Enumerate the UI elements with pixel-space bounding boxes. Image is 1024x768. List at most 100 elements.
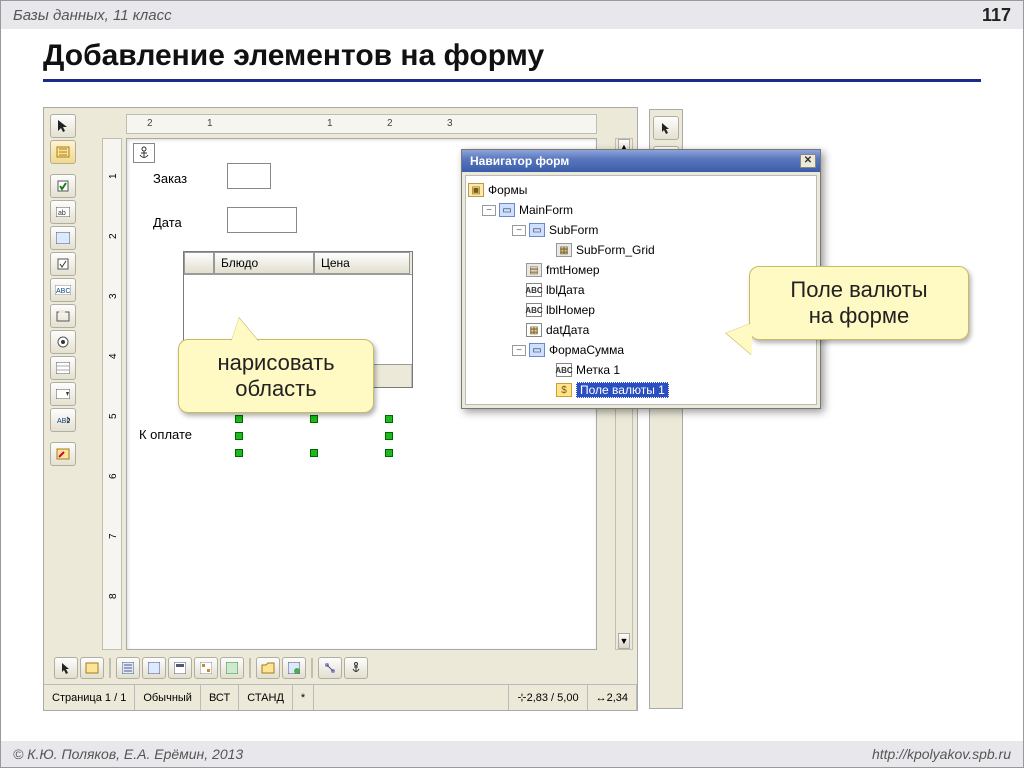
ruler-tick: 3 [447, 118, 453, 129]
resize-handle[interactable] [385, 415, 393, 423]
combobox-tool-button[interactable] [50, 382, 76, 406]
form-properties-button[interactable] [142, 657, 166, 679]
ruler-tick: 1 [327, 118, 333, 129]
checkbox-tool-button[interactable] [50, 174, 76, 198]
resize-handle[interactable] [235, 415, 243, 423]
ruler-tick: 8 [108, 593, 119, 599]
tree-root[interactable]: ▣Формы [468, 180, 814, 200]
design-toggle-button[interactable] [80, 657, 104, 679]
order-field[interactable] [227, 163, 271, 189]
status-std: СТАНД [239, 685, 293, 710]
resize-handle[interactable] [310, 415, 318, 423]
tree-label1[interactable]: ABCМетка 1 [468, 360, 814, 380]
svg-text:ABC: ABC [56, 288, 70, 295]
date-label: Дата [153, 215, 182, 230]
tree-label: datДата [546, 323, 589, 337]
form-icon: ▭ [529, 223, 545, 237]
footer-url: http://kpolyakov.spb.ru [872, 746, 1011, 762]
resize-handle[interactable] [235, 449, 243, 457]
label-icon: ABC [526, 303, 542, 317]
collapse-icon[interactable]: − [512, 225, 526, 236]
ruler-tick: 1 [108, 173, 119, 179]
grid-col-price[interactable]: Цена [314, 252, 410, 274]
tree-subform[interactable]: −▭ SubForm [468, 220, 814, 240]
status-mode: Обычный [135, 685, 201, 710]
design-mode-button[interactable] [50, 140, 76, 164]
anchor-button[interactable] [344, 657, 368, 679]
collapse-icon[interactable]: − [482, 205, 496, 216]
grid-col-dish[interactable]: Блюдо [214, 252, 314, 274]
groupbox-tool-button[interactable] [50, 304, 76, 328]
field-icon: ▤ [526, 263, 542, 277]
control-properties-button[interactable] [116, 657, 140, 679]
navigator-title: Навигатор форм [470, 154, 569, 168]
ruler-tick: 3 [108, 293, 119, 299]
scroll-down-button[interactable]: ▼ [618, 633, 630, 649]
resize-handle[interactable] [310, 449, 318, 457]
pointer-button[interactable] [54, 657, 78, 679]
resize-handle[interactable] [385, 449, 393, 457]
tab-order-button[interactable] [194, 657, 218, 679]
pointer2-button[interactable] [653, 116, 679, 140]
controls-toolbar: ab ABC ABC [48, 112, 78, 650]
data-navigator-button[interactable] [168, 657, 192, 679]
callout-text: область [197, 376, 355, 402]
anchor-icon [133, 143, 155, 163]
radio-tool-button[interactable] [50, 330, 76, 354]
subject-label: Базы данных, 11 класс [13, 7, 172, 24]
currency-field-selection[interactable] [239, 419, 389, 453]
resize-handle[interactable] [235, 432, 243, 440]
pointer-tool-button[interactable] [50, 114, 76, 138]
slide-header: Базы данных, 11 класс 117 [1, 1, 1023, 29]
collapse-icon[interactable]: − [512, 345, 526, 356]
activation-order-button[interactable] [318, 657, 342, 679]
tree-label: Метка 1 [576, 363, 620, 377]
page-number: 117 [982, 5, 1011, 26]
status-bar: Страница 1 / 1 Обычный ВСТ СТАНД * ⊹ 2,8… [44, 684, 637, 710]
tree-label-selected: Поле валюты 1 [576, 382, 669, 398]
checkbox2-tool-button[interactable] [50, 252, 76, 276]
svg-text:ab: ab [58, 210, 66, 217]
status-size: ↔ 2,34 [588, 685, 637, 710]
ruler-tick: 2 [147, 118, 153, 129]
tree-mainform[interactable]: −▭MainForm [468, 200, 814, 220]
navigator-titlebar[interactable]: Навигатор форм ✕ [462, 150, 820, 172]
grid-col-selector[interactable] [184, 252, 214, 274]
ruler-tick: 6 [108, 473, 119, 479]
add-field-button[interactable] [220, 657, 244, 679]
callout-text: нарисовать [197, 350, 355, 376]
more-controls-button[interactable]: ABC [50, 408, 76, 432]
tree-formsum[interactable]: −▭ФормаСумма [468, 340, 814, 360]
status-page: Страница 1 / 1 [44, 685, 135, 710]
resize-handle[interactable] [385, 432, 393, 440]
tree-label: MainForm [519, 203, 573, 217]
callout-text: Поле валюты [768, 277, 950, 303]
date-field[interactable] [227, 207, 297, 233]
vertical-ruler: 1 2 3 4 5 6 7 8 [102, 138, 122, 650]
tree-label: SubForm [549, 223, 598, 237]
pay-label: К оплате [139, 427, 192, 442]
slide-footer: © К.Ю. Поляков, Е.А. Ерёмин, 2013 http:/… [1, 741, 1023, 767]
ruler-tick: 2 [387, 118, 393, 129]
textbox-tool-button[interactable]: ab [50, 200, 76, 224]
label-icon: ABC [526, 283, 542, 297]
form-navigator-button[interactable] [282, 657, 306, 679]
grid-icon: ▦ [556, 243, 572, 257]
folder-icon: ▣ [468, 183, 484, 197]
title-underline [43, 79, 981, 82]
page-title: Добавление элементов на форму [1, 29, 1023, 79]
wizard-toggle-button[interactable] [50, 442, 76, 466]
listbox-tool-button[interactable] [50, 356, 76, 380]
ruler-tick: 1 [207, 118, 213, 129]
status-modified: * [293, 685, 314, 710]
open-design-button[interactable] [256, 657, 280, 679]
tree-subform-grid[interactable]: ▦SubForm_Grid [468, 240, 814, 260]
callout-currency-field: Поле валюты на форме [749, 266, 969, 340]
tree-currency-field[interactable]: $Поле валюты 1 [468, 380, 814, 400]
ruler-tick: 4 [108, 353, 119, 359]
formatted-field-button[interactable] [50, 226, 76, 250]
tree-label: ФормаСумма [549, 343, 624, 357]
label-tool-button[interactable]: ABC [50, 278, 76, 302]
close-icon[interactable]: ✕ [800, 154, 816, 168]
status-coords: ⊹ 2,83 / 5,00 [509, 685, 587, 710]
